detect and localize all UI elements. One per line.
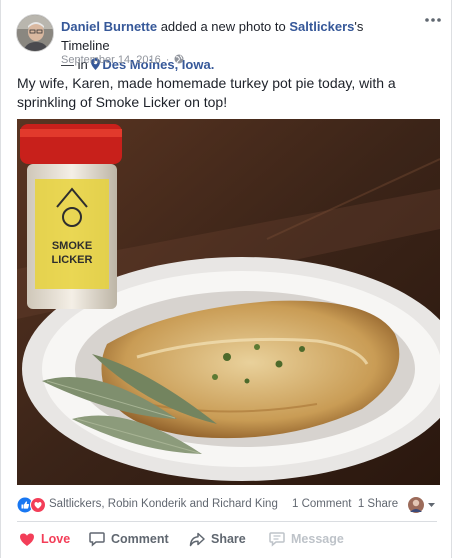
message-button[interactable]: Message [269,529,344,549]
comment-icon [89,532,105,547]
share-icon [189,532,205,546]
love-label: Love [41,532,71,546]
message-icon [269,532,285,547]
page-name-link[interactable]: Saltlickers [289,19,354,34]
share-button[interactable]: Share [189,529,246,549]
comment-button[interactable]: Comment [89,529,169,549]
love-icon [30,497,46,513]
reaction-icons[interactable] [17,497,47,513]
share-label: Share [211,532,246,546]
reactions-bar: Saltlickers, Robin Konderik and Richard … [17,495,437,515]
action-text: added a new photo to [157,19,290,34]
post-card: Daniel Burnette added a new photo to Sal… [0,0,452,558]
author-name-link[interactable]: Daniel Burnette [61,19,157,34]
action-bar: Love Comment Share Message [17,526,437,552]
message-label: Message [291,532,344,546]
post-date[interactable]: September 14, 2016 [61,54,161,66]
post-meta: September 14, 2016 · [61,53,184,67]
actions-divider [17,521,437,522]
share-count-link[interactable]: 1 Share [358,498,398,510]
reaction-names-link[interactable]: Saltlickers, Robin Konderik and Richard … [49,498,278,510]
love-button[interactable]: Love [19,529,70,549]
engagement-counts: 1 Comment 1 Share [292,498,398,510]
heart-icon [20,533,34,546]
ellipsis-icon[interactable] [423,14,443,26]
author-avatar[interactable] [16,14,54,52]
shaker-label-line1: SMOKE [52,240,92,252]
comment-count-link[interactable]: 1 Comment [292,498,351,510]
post-photo[interactable]: SMOKE LICKER [17,119,440,485]
globe-icon[interactable] [174,54,184,64]
comment-label: Comment [111,532,169,546]
post-header: Daniel Burnette added a new photo to Sal… [1,0,452,72]
chevron-down-icon [428,503,435,507]
viewer-avatar-dropdown[interactable] [407,496,437,514]
shaker-label-line2: LICKER [52,254,93,266]
post-body-text: My wife, Karen, made homemade turkey pot… [17,75,396,110]
meta-separator: · [165,54,170,66]
